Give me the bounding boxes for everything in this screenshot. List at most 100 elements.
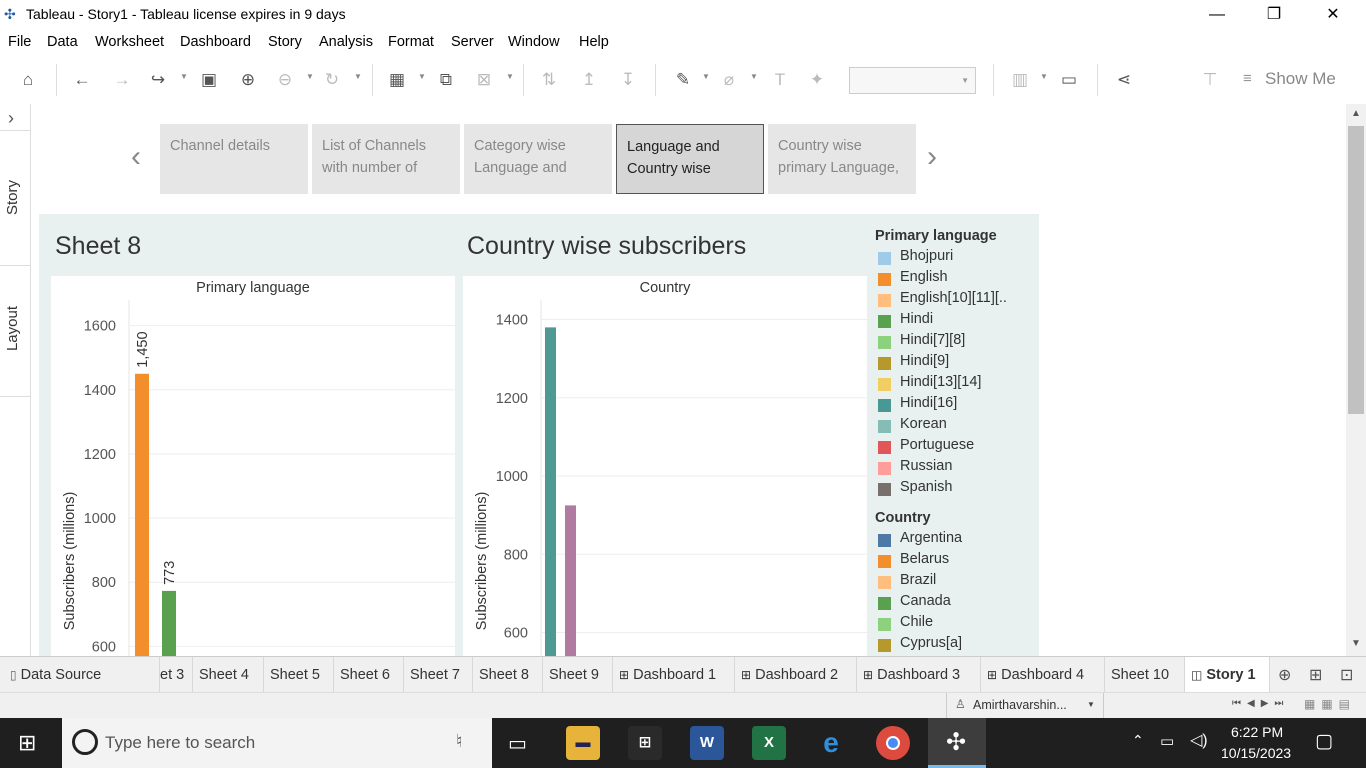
taskbar-search[interactable]: Type here to search ♮ bbox=[62, 718, 492, 768]
save-icon[interactable]: ▣ bbox=[197, 68, 221, 92]
primary-language-legend-item-label[interactable]: English[10][11][.. bbox=[900, 290, 1007, 306]
tab-sheet-9[interactable]: Sheet 9 bbox=[543, 657, 613, 693]
scroll-thumb[interactable] bbox=[1348, 126, 1364, 414]
restore-button[interactable]: ❐ bbox=[1251, 0, 1297, 30]
microsoft-store-icon[interactable]: ⊞ bbox=[628, 726, 662, 760]
format-painter-icon[interactable]: ⊤ bbox=[1198, 68, 1222, 92]
story-point-3[interactable]: Category wise Language and bbox=[464, 124, 612, 194]
tab-dashboard-2[interactable]: ⊞ Dashboard 2 bbox=[735, 657, 857, 693]
file-explorer-icon[interactable]: ▬ bbox=[566, 726, 600, 760]
primary-language-legend-item-label[interactable]: Spanish bbox=[900, 479, 952, 495]
tab-sheet-10[interactable]: Sheet 10 bbox=[1105, 657, 1185, 693]
country-legend-item-label[interactable]: Argentina bbox=[900, 530, 962, 546]
label-icon[interactable]: T bbox=[768, 68, 792, 92]
close-button[interactable]: ✕ bbox=[1310, 0, 1356, 30]
share-icon[interactable]: ⋖ bbox=[1112, 68, 1136, 92]
expand-rail-icon[interactable]: › bbox=[8, 108, 14, 129]
vertical-scrollbar[interactable]: ▲ ▼ bbox=[1346, 104, 1366, 656]
sort-descending-icon[interactable]: ↧ bbox=[616, 68, 640, 92]
microphone-icon[interactable]: ♮ bbox=[456, 731, 462, 752]
story-next-arrow[interactable]: › bbox=[927, 140, 937, 174]
fit-dropdown[interactable]: ▼ bbox=[849, 67, 976, 94]
tab-sheet-5[interactable]: Sheet 5 bbox=[264, 657, 334, 693]
primary-language-legend-item-label[interactable]: Hindi[7][8] bbox=[900, 332, 965, 348]
menu-help[interactable]: Help bbox=[579, 34, 609, 50]
menu-server[interactable]: Server bbox=[451, 34, 494, 50]
view-mode-icons[interactable]: ▦▦▤ bbox=[1304, 697, 1356, 711]
primary-language-legend-item-label[interactable]: Portuguese bbox=[900, 437, 974, 453]
primary-language-legend-item-label[interactable]: Russian bbox=[900, 458, 952, 474]
clock-time[interactable]: 6:22 PM bbox=[1231, 724, 1283, 740]
tab-sheet-3[interactable]: et 3 bbox=[160, 657, 193, 693]
scroll-down-icon[interactable]: ▼ bbox=[1351, 638, 1361, 649]
tab-dashboard-4[interactable]: ⊞ Dashboard 4 bbox=[981, 657, 1105, 693]
primary-language-legend-item-label[interactable]: Hindi[9] bbox=[900, 353, 949, 369]
new-worksheet-tab-icon[interactable]: ⊕ bbox=[1278, 665, 1291, 685]
clock-date[interactable]: 10/15/2023 bbox=[1221, 745, 1291, 761]
story-point-1[interactable]: Channel details bbox=[160, 124, 308, 194]
volume-icon[interactable]: ◁) bbox=[1190, 730, 1208, 750]
menu-dashboard[interactable]: Dashboard bbox=[180, 34, 251, 50]
scroll-up-icon[interactable]: ▲ bbox=[1351, 108, 1361, 119]
group-icon[interactable]: ⌀ bbox=[717, 68, 741, 92]
story-point-2[interactable]: List of Channels with number of bbox=[312, 124, 460, 194]
menu-format[interactable]: Format bbox=[388, 34, 434, 50]
primary-language-legend-item-label[interactable]: Hindi[13][14] bbox=[900, 374, 981, 390]
country-legend-item-label[interactable]: Belarus bbox=[900, 551, 949, 567]
country-legend-item-label[interactable]: Cyprus[a] bbox=[900, 635, 962, 651]
tab-sheet-7[interactable]: Sheet 7 bbox=[404, 657, 473, 693]
menu-worksheet[interactable]: Worksheet bbox=[95, 34, 164, 50]
tab-dashboard-1[interactable]: ⊞ Dashboard 1 bbox=[613, 657, 735, 693]
primary-language-legend-item-label[interactable]: Hindi bbox=[900, 311, 933, 327]
pause-data-icon[interactable]: ⊖ bbox=[273, 68, 297, 92]
country-legend-item-label[interactable]: Chile bbox=[900, 614, 933, 630]
undo-icon[interactable]: ← bbox=[70, 68, 94, 92]
new-worksheet-icon[interactable]: ▦ bbox=[385, 68, 409, 92]
refresh-icon[interactable]: ↻ bbox=[320, 68, 344, 92]
new-data-source-icon[interactable]: ⊕ bbox=[236, 68, 260, 92]
word-icon[interactable]: W bbox=[690, 726, 724, 760]
tab-sheet-8[interactable]: Sheet 8 bbox=[473, 657, 543, 693]
sort-ascending-icon[interactable]: ↥ bbox=[577, 68, 601, 92]
country-legend-item-label[interactable]: Brazil bbox=[900, 572, 936, 588]
pin-icon[interactable]: ✦ bbox=[805, 68, 829, 92]
minimize-button[interactable]: — bbox=[1194, 0, 1240, 30]
primary-language-legend-item-label[interactable]: Korean bbox=[900, 416, 947, 432]
sheet-navigation-icons[interactable]: ⏮◀▶⏭ bbox=[1232, 698, 1289, 709]
notifications-icon[interactable]: ▢ bbox=[1315, 730, 1333, 753]
story-prev-arrow[interactable]: ‹ bbox=[131, 140, 141, 174]
replay-icon[interactable]: ↪ bbox=[146, 68, 170, 92]
show-cards-icon[interactable]: ▥ bbox=[1008, 68, 1032, 92]
tab-story-1[interactable]: ◫ Story 1 bbox=[1185, 657, 1270, 693]
menu-file[interactable]: File bbox=[8, 34, 31, 50]
story-point-4[interactable]: Language and Country wise bbox=[616, 124, 764, 194]
swap-icon[interactable]: ⇅ bbox=[537, 68, 561, 92]
tab-sheet-4[interactable]: Sheet 4 bbox=[193, 657, 264, 693]
menu-data[interactable]: Data bbox=[47, 34, 78, 50]
tab-sheet-6[interactable]: Sheet 6 bbox=[334, 657, 404, 693]
menu-analysis[interactable]: Analysis bbox=[319, 34, 373, 50]
redo-icon[interactable]: → bbox=[110, 68, 134, 92]
user-menu[interactable]: ♙ Amirthavarshin... ▼ bbox=[946, 693, 1104, 718]
new-dashboard-tab-icon[interactable]: ⊞ bbox=[1309, 665, 1322, 685]
primary-language-legend-item-label[interactable]: Bhojpuri bbox=[900, 248, 953, 264]
show-hidden-icons[interactable]: ⌃ bbox=[1132, 732, 1144, 749]
internet-explorer-icon[interactable]: e bbox=[814, 726, 848, 760]
clear-sheet-icon[interactable]: ⊠ bbox=[472, 68, 496, 92]
menu-story[interactable]: Story bbox=[268, 34, 302, 50]
country-legend-item-label[interactable]: Canada bbox=[900, 593, 951, 609]
battery-icon[interactable]: ▭ bbox=[1160, 732, 1174, 750]
story-point-5[interactable]: Country wise primary Language, bbox=[768, 124, 916, 194]
tab-dashboard-3[interactable]: ⊞ Dashboard 3 bbox=[857, 657, 981, 693]
primary-language-legend-item-label[interactable]: Hindi[16] bbox=[900, 395, 957, 411]
excel-icon[interactable]: X bbox=[752, 726, 786, 760]
presentation-mode-icon[interactable]: ▭ bbox=[1057, 68, 1081, 92]
layout-pane-tab[interactable]: Layout bbox=[4, 306, 21, 351]
menu-window[interactable]: Window bbox=[508, 34, 560, 50]
tableau-taskbar-item[interactable]: ✣ bbox=[928, 718, 986, 768]
task-view-icon[interactable]: ▭ bbox=[508, 731, 527, 756]
story-pane-tab[interactable]: Story bbox=[4, 180, 21, 215]
duplicate-sheet-icon[interactable]: ⧉ bbox=[434, 68, 458, 92]
tab-data-source[interactable]: ▯ Data Source bbox=[0, 657, 160, 693]
new-story-tab-icon[interactable]: ⊡ bbox=[1340, 665, 1353, 685]
